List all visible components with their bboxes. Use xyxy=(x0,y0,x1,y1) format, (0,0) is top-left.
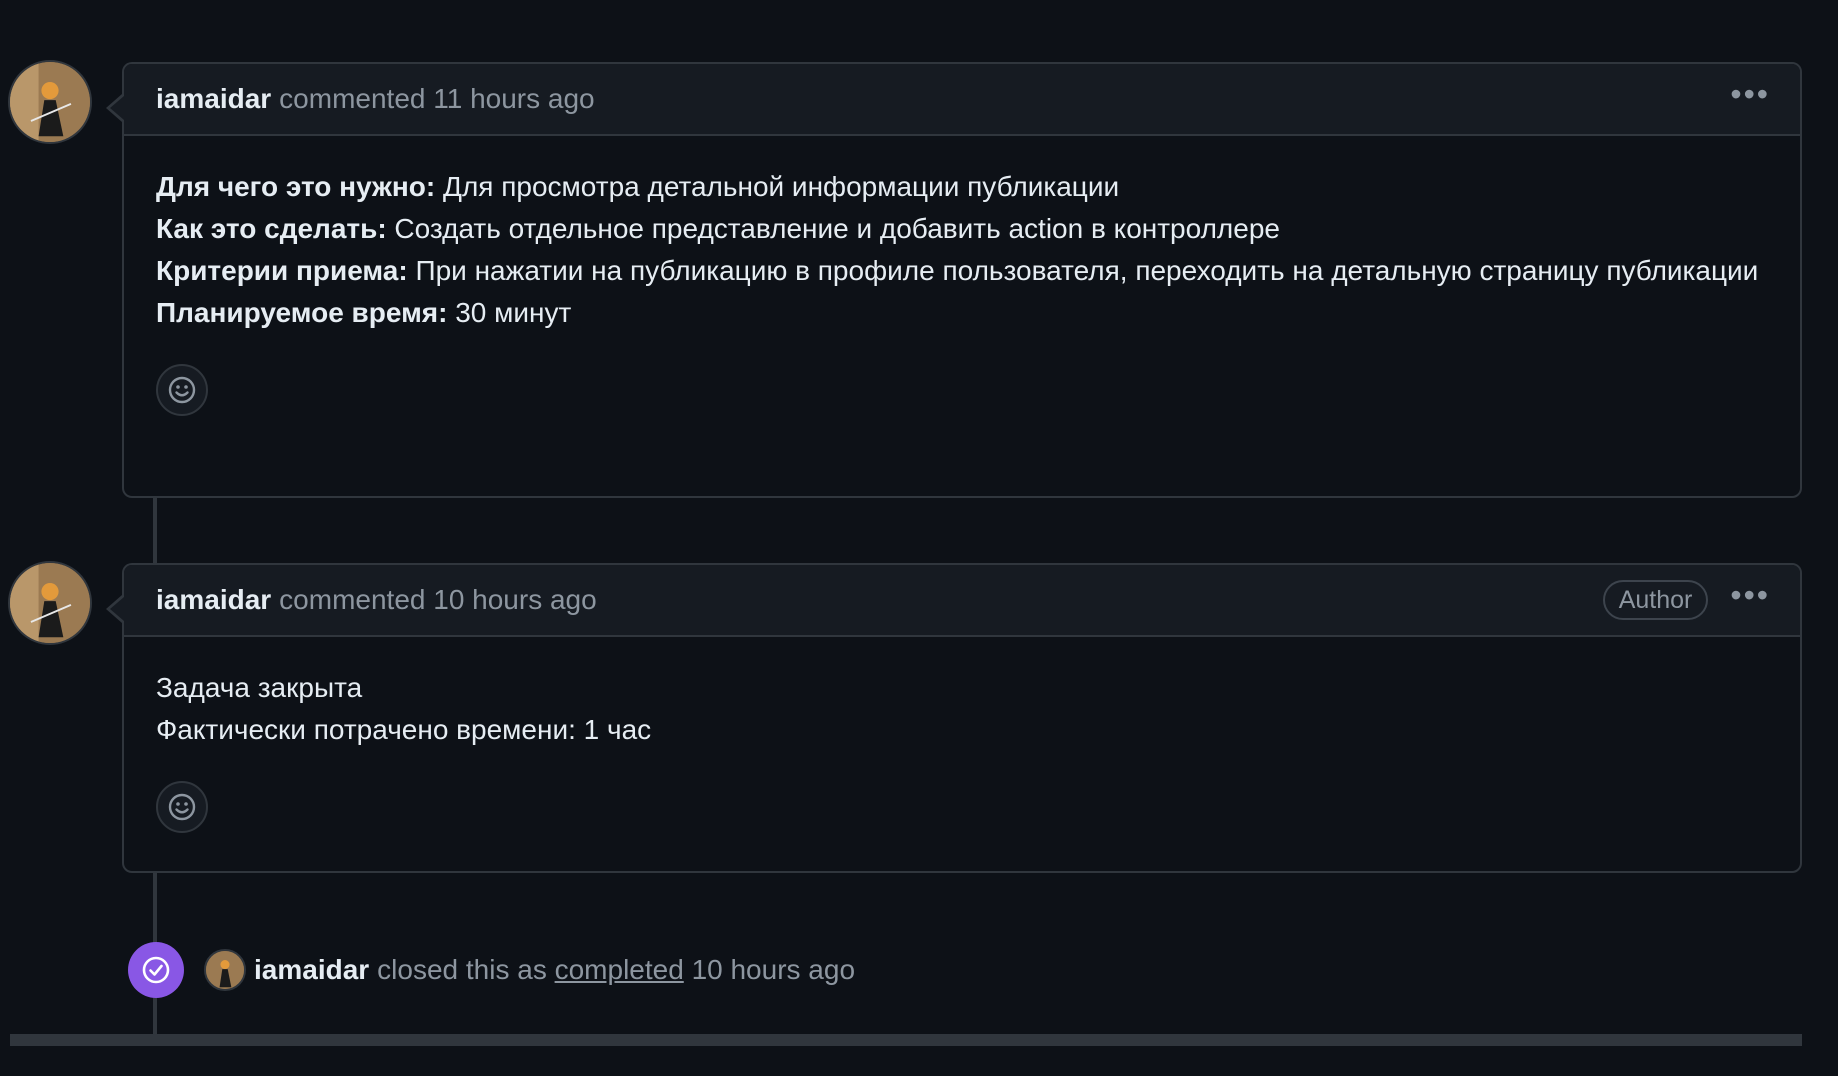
comment-timestamp[interactable]: commented 10 hours ago xyxy=(279,584,597,616)
event-timestamp[interactable]: 10 hours ago xyxy=(692,954,855,985)
field-value: 30 минут xyxy=(447,297,572,328)
field-label: Планируемое время: xyxy=(156,297,448,328)
add-reaction-button[interactable] xyxy=(156,364,208,416)
comment-header: iamaidar commented 10 hours ago Author •… xyxy=(124,565,1800,637)
comment-line: Задача закрыта xyxy=(156,672,363,703)
comment-caret xyxy=(110,597,124,621)
timeline-connector xyxy=(153,998,157,1036)
avatar[interactable] xyxy=(8,561,92,645)
field-label: Как это сделать: xyxy=(156,213,387,244)
kebab-menu-icon[interactable]: ••• xyxy=(1730,78,1770,114)
event-description: iamaidar closed this as completed 10 hour… xyxy=(254,954,855,986)
comment-card: iamaidar commented 11 hours ago ••• Для … xyxy=(106,62,1802,498)
comment-line: Фактически потрачено времени: 1 час xyxy=(156,714,652,745)
author-badge: Author xyxy=(1602,580,1709,620)
smiley-icon xyxy=(168,376,196,404)
event-author[interactable]: iamaidar xyxy=(254,954,369,985)
timeline-connector xyxy=(153,873,157,943)
field-label: Для чего это нужно: xyxy=(156,171,436,202)
avatar[interactable] xyxy=(204,949,246,991)
comment-line: Планируемое время: 30 минут xyxy=(156,292,1768,334)
comment-header: iamaidar commented 11 hours ago ••• xyxy=(124,64,1800,136)
field-value: Создать отдельное представление и добави… xyxy=(386,213,1280,244)
comment-author[interactable]: iamaidar xyxy=(156,584,271,616)
check-circle-icon xyxy=(128,942,184,998)
add-reaction-button[interactable] xyxy=(156,781,208,833)
comment-caret xyxy=(110,96,124,120)
comment-line: Критерии приема: При нажатии на публикац… xyxy=(156,250,1768,292)
field-label: Критерии приема: xyxy=(156,255,408,286)
timeline-event-closed: iamaidar closed this as completed 10 hour… xyxy=(128,942,855,998)
comment-line: Как это сделать: Создать отдельное предс… xyxy=(156,208,1768,250)
comment-card: iamaidar commented 10 hours ago Author •… xyxy=(106,563,1802,873)
comment-body: Задача закрыта Фактически потрачено врем… xyxy=(124,637,1800,833)
comment-line: Для чего это нужно: Для просмотра деталь… xyxy=(156,166,1768,208)
completed-link[interactable]: completed xyxy=(555,954,684,985)
comment-timestamp[interactable]: commented 11 hours ago xyxy=(279,83,594,115)
smiley-icon xyxy=(168,793,196,821)
field-value: При нажатии на публикацию в профиле поль… xyxy=(407,255,1759,286)
field-value: Для просмотра детальной информации публи… xyxy=(435,171,1120,202)
timeline-connector xyxy=(153,498,157,564)
avatar[interactable] xyxy=(8,60,92,144)
kebab-menu-icon[interactable]: ••• xyxy=(1730,579,1770,615)
horizontal-scrollbar[interactable] xyxy=(10,1034,1802,1046)
comment-body: Для чего это нужно: Для просмотра деталь… xyxy=(124,136,1800,416)
comment-author[interactable]: iamaidar xyxy=(156,83,271,115)
event-action-text: closed this as xyxy=(377,954,547,985)
